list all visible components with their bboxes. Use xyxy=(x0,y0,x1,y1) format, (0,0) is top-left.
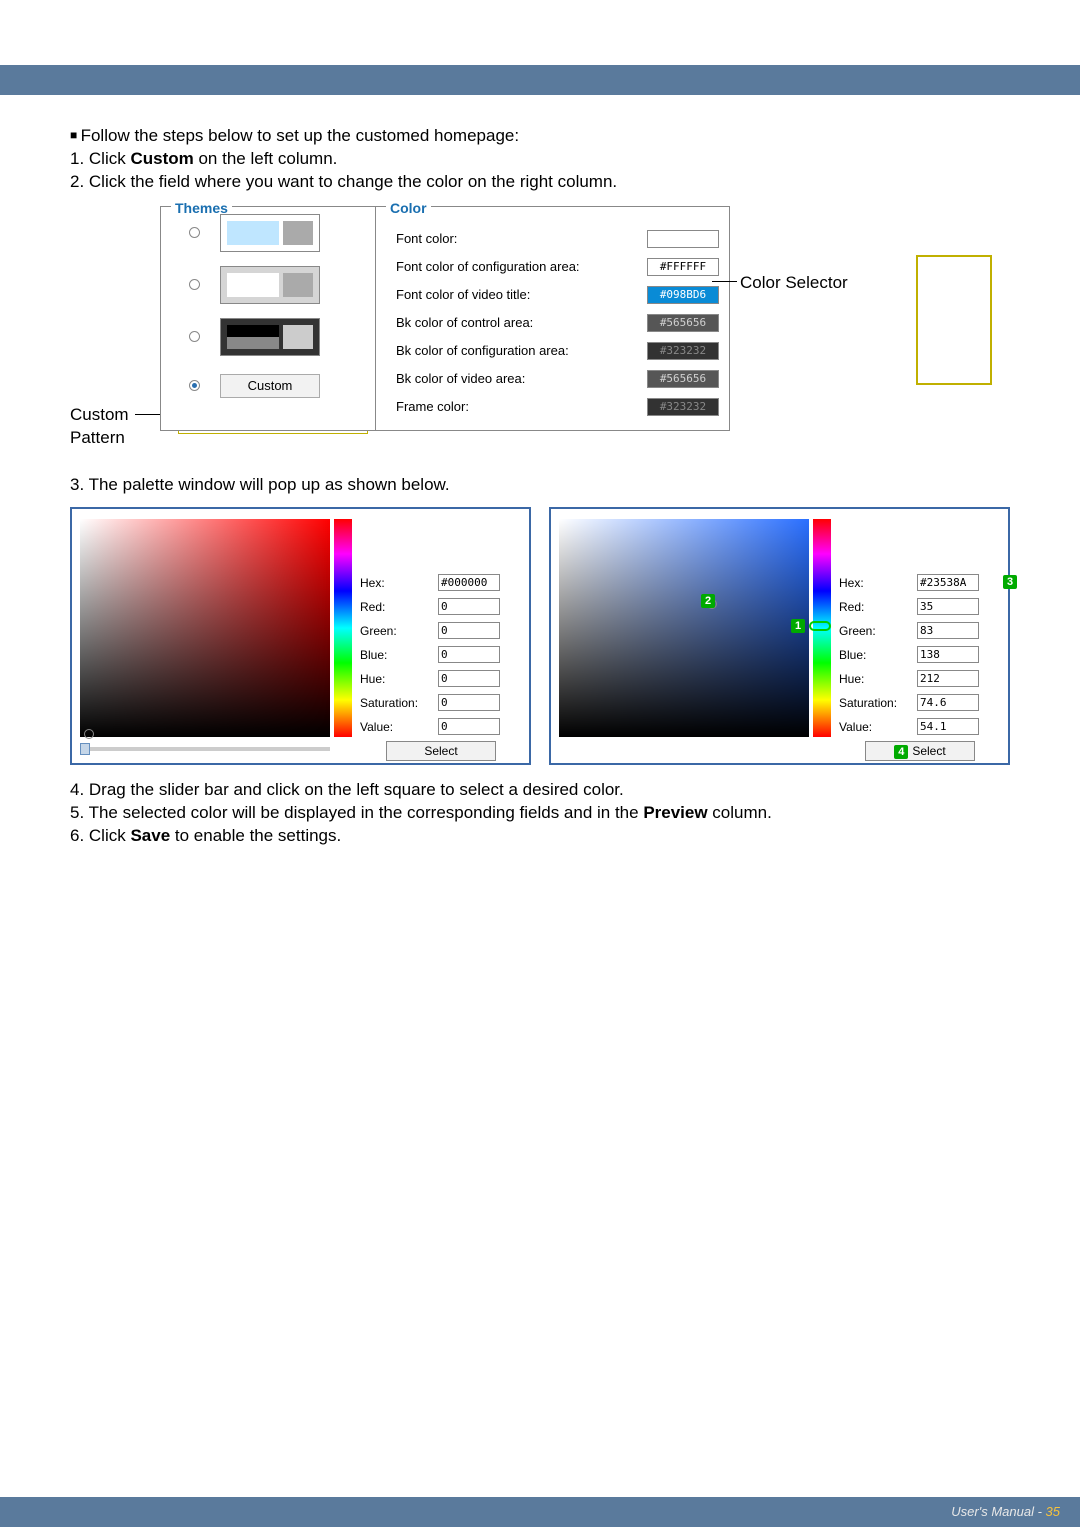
footer-bar: User's Manual - 35 xyxy=(0,1497,1080,1527)
color-row: Bk color of configuration area:#323232 xyxy=(396,337,719,365)
theme-radio-light[interactable] xyxy=(189,227,200,238)
color-swatch[interactable]: #FFFFFF xyxy=(647,258,719,276)
color-label: Font color: xyxy=(396,230,647,248)
color-row: Font color: xyxy=(396,225,719,253)
color-label: Frame color: xyxy=(396,398,647,416)
blue-input-1[interactable] xyxy=(438,646,500,663)
step6: 6. Click Save to enable the settings. xyxy=(70,825,1010,848)
theme-radio-grey[interactable] xyxy=(189,279,200,290)
badge-2: 2 xyxy=(701,594,715,608)
step1: 1. Click Custom on the left column. xyxy=(70,148,1010,171)
color-label: Bk color of control area: xyxy=(396,314,647,332)
val-input-1[interactable] xyxy=(438,718,500,735)
color-fieldset: Color Font color:Font color of configura… xyxy=(375,206,730,431)
step3: 3. The palette window will pop up as sho… xyxy=(70,474,1010,497)
red-input-1[interactable] xyxy=(438,598,500,615)
color-selector-highlight xyxy=(916,255,992,385)
callout-custom-pattern: Custom Pattern xyxy=(70,404,129,450)
step4: 4. Drag the slider bar and click on the … xyxy=(70,779,1010,802)
sv-slider-1[interactable] xyxy=(80,743,330,755)
green-label: Green: xyxy=(360,623,432,639)
blue-label-2: Blue: xyxy=(839,647,911,663)
hex-label: Hex: xyxy=(360,575,432,591)
callout-color-selector: Color Selector xyxy=(740,272,848,295)
custom-button[interactable]: Custom xyxy=(220,374,320,398)
color-label: Bk color of video area: xyxy=(396,370,647,388)
green-input-2[interactable] xyxy=(917,622,979,639)
sat-input-1[interactable] xyxy=(438,694,500,711)
blue-input-2[interactable] xyxy=(917,646,979,663)
hue-strip-1[interactable] xyxy=(334,519,352,737)
red-label-2: Red: xyxy=(839,599,911,615)
sv-area-2[interactable]: 2 1 xyxy=(559,519,809,737)
color-swatch[interactable]: #323232 xyxy=(647,398,719,416)
theme-thumb-dark[interactable] xyxy=(220,318,320,356)
hue-label-2: Hue: xyxy=(839,671,911,687)
badge-4: 4 xyxy=(894,745,908,759)
sat-label-2: Saturation: xyxy=(839,695,911,711)
sv-area-1[interactable] xyxy=(80,519,330,737)
hex-input-2[interactable] xyxy=(917,574,979,591)
color-row: Bk color of control area:#565656 xyxy=(396,309,719,337)
callout-line-2 xyxy=(712,281,737,282)
hue-input-1[interactable] xyxy=(438,670,500,687)
step2: 2. Click the field where you want to cha… xyxy=(70,171,1010,194)
theme-thumb-grey[interactable] xyxy=(220,266,320,304)
color-row: Bk color of video area:#565656 xyxy=(396,365,719,393)
hex-input-1[interactable] xyxy=(438,574,500,591)
val-label: Value: xyxy=(360,719,432,735)
color-swatch[interactable] xyxy=(647,230,719,248)
color-row: Font color of video title:#098BD6 xyxy=(396,281,719,309)
blue-label: Blue: xyxy=(360,647,432,663)
color-label: Font color of video title: xyxy=(396,286,647,304)
badge-3: 3 xyxy=(1003,575,1017,589)
hex-label-2: Hex: xyxy=(839,575,911,591)
sv-picker-ring-1[interactable] xyxy=(84,729,94,739)
color-label: Bk color of configuration area: xyxy=(396,342,647,360)
select-button-1[interactable]: Select xyxy=(386,741,496,761)
val-input-2[interactable] xyxy=(917,718,979,735)
red-label: Red: xyxy=(360,599,432,615)
color-row: Frame color:#323232 xyxy=(396,393,719,421)
color-swatch[interactable]: #565656 xyxy=(647,370,719,388)
palette-2: 2 1 Hex: Red: Green: Blue: Hue: Saturati… xyxy=(549,507,1010,765)
color-swatch[interactable]: #098BD6 xyxy=(647,286,719,304)
sat-label: Saturation: xyxy=(360,695,432,711)
color-swatch[interactable]: #565656 xyxy=(647,314,719,332)
green-input-1[interactable] xyxy=(438,622,500,639)
theme-radio-dark[interactable] xyxy=(189,331,200,342)
sat-input-2[interactable] xyxy=(917,694,979,711)
hue-label: Hue: xyxy=(360,671,432,687)
intro-bullet: Follow the steps below to set up the cus… xyxy=(70,125,1010,148)
color-label: Font color of configuration area: xyxy=(396,258,647,276)
step5: 5. The selected color will be displayed … xyxy=(70,802,1010,825)
palette-1: Hex: Red: Green: Blue: Hue: Saturation: … xyxy=(70,507,531,765)
hue-input-2[interactable] xyxy=(917,670,979,687)
header-bar xyxy=(0,65,1080,95)
select-button-2[interactable]: 4Select xyxy=(865,741,975,761)
color-row: Font color of configuration area:#FFFFFF xyxy=(396,253,719,281)
green-label-2: Green: xyxy=(839,623,911,639)
color-title: Color xyxy=(386,199,431,218)
footer-text: User's Manual - 35 xyxy=(951,1504,1060,1519)
red-input-2[interactable] xyxy=(917,598,979,615)
hue-knob-2[interactable] xyxy=(809,621,831,631)
badge-1: 1 xyxy=(791,619,805,633)
theme-thumb-light[interactable] xyxy=(220,214,320,252)
brand-text: VIVOTEK xyxy=(994,40,1060,57)
theme-radio-custom[interactable] xyxy=(189,380,200,391)
hue-strip-2[interactable] xyxy=(813,519,831,737)
val-label-2: Value: xyxy=(839,719,911,735)
color-swatch[interactable]: #323232 xyxy=(647,342,719,360)
